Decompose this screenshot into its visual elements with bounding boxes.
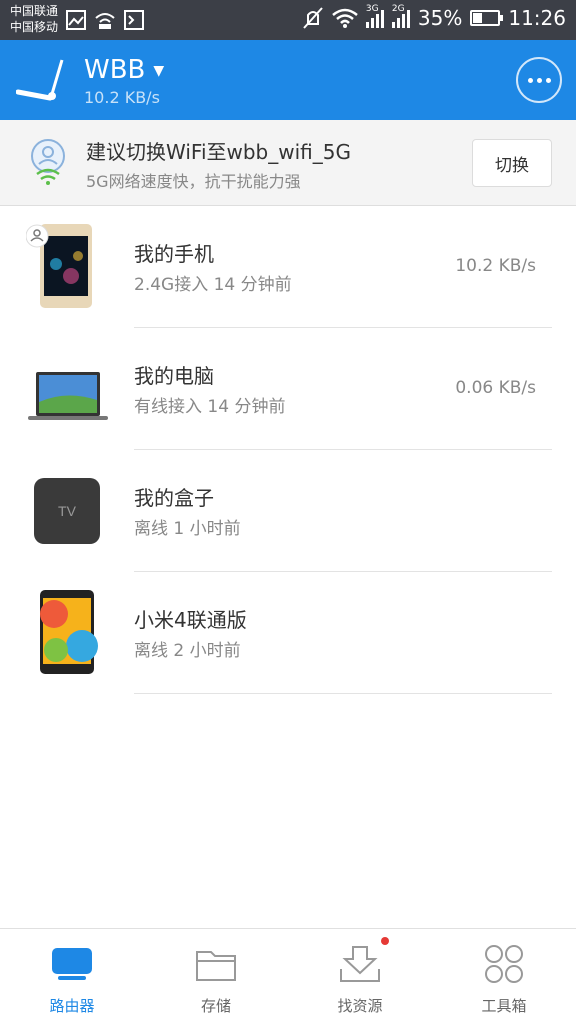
device-row[interactable]: 我的电脑 有线接入 14 分钟前 0.06 KB/s <box>0 328 576 450</box>
battery-fill <box>473 13 483 23</box>
device-meta: 2.4G接入 14 分钟前 <box>134 275 292 295</box>
tv-box-label: TV <box>58 503 77 519</box>
more-button[interactable] <box>516 57 562 103</box>
nav-tab-router[interactable]: 路由器 <box>0 929 144 1024</box>
network-tag-3g: 3G <box>365 4 379 14</box>
carrier-1: 中国联通 <box>10 4 59 18</box>
folder-icon <box>195 943 237 985</box>
more-dot-icon <box>536 77 542 83</box>
router-selector[interactable]: WBB ▼ 10.2 KB/s <box>84 52 164 108</box>
status-bar: 中国联通 中国移动 3G 2G 35% 11:26 <box>0 0 576 40</box>
device-row[interactable]: TV 我的盒子 离线 1 小时前 <box>0 450 576 572</box>
router-speed: 10.2 KB/s <box>84 88 160 107</box>
wifi-switch-banner: 建议切换WiFi至wbb_wifi_5G 5G网络速度快，抗干扰能力强 切换 <box>0 120 576 206</box>
signal-3g-icon: 3G <box>365 4 384 28</box>
device-meta: 有线接入 14 分钟前 <box>134 397 286 417</box>
nav-label: 找资源 <box>337 997 383 1015</box>
chevron-down-icon: ▼ <box>153 63 165 79</box>
nav-label: 存储 <box>200 997 231 1015</box>
mute-icon <box>303 7 323 29</box>
more-dot-icon <box>545 77 551 83</box>
battery-icon <box>470 10 504 26</box>
wifi-icon <box>332 8 358 28</box>
nav-tab-tools[interactable]: 工具箱 <box>432 929 576 1024</box>
notification-dot <box>381 937 389 945</box>
nav-label: 路由器 <box>49 997 95 1015</box>
nav-tab-storage[interactable]: 存储 <box>144 929 288 1024</box>
divider <box>134 693 552 694</box>
switch-wifi-button[interactable]: 切换 <box>472 139 552 187</box>
nav-tab-resources[interactable]: 找资源 <box>288 929 432 1024</box>
download-icon <box>339 937 389 985</box>
device-name: 小米4联通版 <box>134 608 247 632</box>
device-name: 我的手机 <box>134 242 214 266</box>
device-name: 我的盒子 <box>134 486 214 510</box>
more-dot-icon <box>527 77 533 83</box>
tools-icon <box>484 943 524 985</box>
app-header: WBB ▼ 10.2 KB/s <box>0 40 576 120</box>
gallery-icon <box>66 10 86 30</box>
wifi-hotspot-icon <box>95 13 115 29</box>
carrier-2: 中国移动 <box>10 20 59 34</box>
device-speed: 10.2 KB/s <box>455 256 536 276</box>
device-speed: 0.06 KB/s <box>455 378 536 398</box>
phone-icon <box>40 590 98 674</box>
tv-box-icon: TV <box>34 478 100 544</box>
battery-percent: 35% <box>417 6 463 30</box>
bottom-nav: 路由器 存储 找资源 工具箱 <box>0 928 576 1024</box>
banner-subtitle: 5G网络速度快，抗干扰能力强 <box>86 172 301 191</box>
nav-label: 工具箱 <box>481 997 527 1015</box>
laptop-icon <box>28 372 108 420</box>
router-icon <box>50 943 94 985</box>
router-wand-icon <box>16 59 64 101</box>
carrier-names: 中国联通 中国移动 <box>10 3 58 35</box>
signal-2g-icon: 2G <box>391 4 410 28</box>
device-row[interactable]: 我的手机 2.4G接入 14 分钟前 10.2 KB/s <box>0 206 576 328</box>
device-meta: 离线 1 小时前 <box>134 519 241 539</box>
router-name: WBB <box>84 55 146 85</box>
device-meta: 离线 2 小时前 <box>134 641 241 661</box>
wifi-user-icon <box>31 139 65 185</box>
network-tag-2g: 2G <box>391 4 405 14</box>
banner-title: 建议切换WiFi至wbb_wifi_5G <box>86 140 351 164</box>
clock: 11:26 <box>508 6 566 30</box>
device-row[interactable]: 小米4联通版 离线 2 小时前 <box>0 572 576 694</box>
terminal-icon <box>124 10 144 30</box>
device-name: 我的电脑 <box>134 364 214 388</box>
phone-icon <box>26 224 92 308</box>
